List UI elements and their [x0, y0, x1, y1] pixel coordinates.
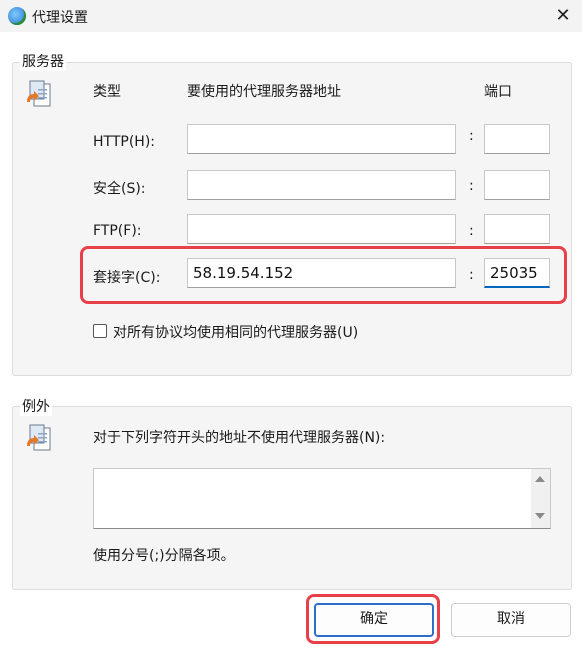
socks-port-input[interactable]: 25035 — [484, 258, 550, 288]
secure-port-input[interactable] — [484, 170, 550, 200]
document-arrow-icon — [27, 80, 51, 107]
ftp-colon: : — [469, 223, 474, 239]
socks-colon: : — [469, 267, 474, 283]
ftp-port-input[interactable] — [484, 214, 550, 244]
exceptions-value — [94, 469, 550, 477]
document-arrow-icon — [27, 424, 51, 451]
column-type-header: 类型 — [93, 84, 121, 100]
ok-button[interactable]: 确定 — [314, 603, 434, 637]
scroll-down-icon[interactable] — [535, 513, 545, 519]
ftp-address-input[interactable] — [187, 214, 456, 244]
exceptions-group-label: 例外 — [20, 396, 52, 416]
socks-address-input[interactable]: 58.19.54.152 — [187, 258, 456, 288]
exceptions-description: 对于下列字符开头的地址不使用代理服务器(N): — [93, 430, 386, 446]
globe-icon — [8, 7, 26, 25]
column-address-header: 要使用的代理服务器地址 — [187, 84, 341, 100]
exceptions-textarea[interactable] — [93, 468, 551, 529]
same-proxy-label[interactable]: 对所有协议均使用相同的代理服务器(U) — [113, 322, 358, 342]
cancel-button[interactable]: 取消 — [451, 603, 571, 637]
scroll-up-icon[interactable] — [535, 476, 545, 482]
socks-label: 套接字(C): — [93, 270, 161, 286]
http-port-input[interactable] — [484, 124, 550, 154]
close-button[interactable]: ✕ — [548, 3, 578, 29]
window-title: 代理设置 — [32, 10, 88, 26]
ftp-label: FTP(F): — [93, 223, 142, 239]
secure-colon: : — [469, 178, 474, 194]
secure-address-input[interactable] — [187, 170, 456, 200]
same-proxy-checkbox[interactable] — [93, 324, 107, 338]
http-address-input[interactable] — [187, 124, 456, 154]
column-port-header: 端口 — [484, 84, 512, 100]
secure-label: 安全(S): — [93, 181, 146, 197]
http-colon: : — [469, 128, 474, 144]
exceptions-hint: 使用分号(;)分隔各项。 — [93, 548, 235, 564]
http-label: HTTP(H): — [93, 134, 155, 150]
servers-group-label: 服务器 — [20, 51, 66, 71]
